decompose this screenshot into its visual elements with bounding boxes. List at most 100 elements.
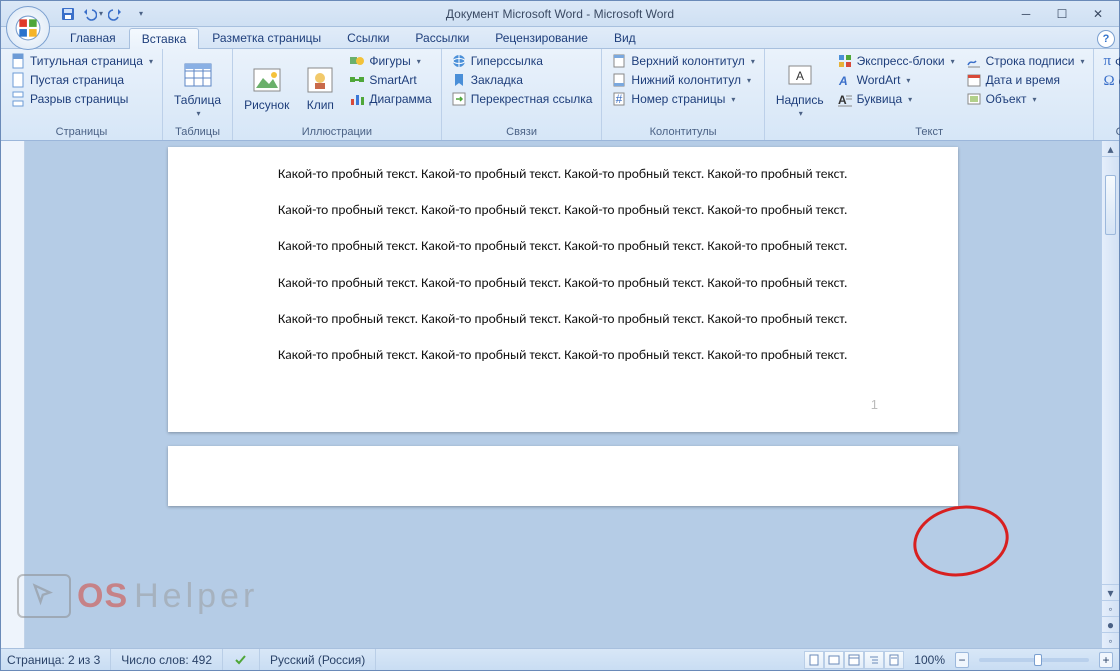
quickparts-label: Экспресс-блоки — [857, 54, 945, 68]
blank-page-button[interactable]: Пустая страница — [6, 71, 157, 89]
page-break-button[interactable]: Разрыв страницы — [6, 90, 157, 108]
paragraph[interactable]: Какой-то пробный текст. Какой-то пробный… — [278, 346, 894, 364]
help-button[interactable]: ? — [1097, 30, 1115, 48]
group-text-label: Текст — [770, 124, 1089, 140]
paragraph[interactable]: Какой-то пробный текст. Какой-то пробный… — [278, 201, 894, 219]
bookmark-label: Закладка — [471, 73, 523, 87]
prev-page-button[interactable]: ◦ — [1102, 600, 1119, 616]
svg-text:A: A — [796, 69, 804, 83]
close-button[interactable]: ✕ — [1081, 5, 1115, 23]
datetime-label: Дата и время — [986, 73, 1060, 87]
status-spellcheck[interactable] — [233, 649, 260, 670]
redo-button[interactable] — [105, 4, 127, 24]
zoom-slider[interactable] — [979, 658, 1089, 662]
scroll-down-button[interactable]: ▾ — [1102, 584, 1119, 600]
header-button[interactable]: Верхний колонтитул▾ — [607, 52, 758, 70]
vertical-ruler[interactable] — [1, 141, 25, 648]
page-break-label: Разрыв страницы — [30, 92, 128, 106]
object-label: Объект — [986, 92, 1027, 106]
cover-page-button[interactable]: Титульная страница▾ — [6, 52, 157, 70]
view-print-layout[interactable] — [804, 651, 824, 669]
crossref-button[interactable]: Перекрестная ссылка — [447, 90, 597, 108]
paragraph[interactable]: Какой-то пробный текст. Какой-то пробный… — [278, 310, 894, 328]
footer-button[interactable]: Нижний колонтитул▾ — [607, 71, 758, 89]
tab-mailings[interactable]: Рассылки — [402, 27, 482, 48]
page-2[interactable] — [168, 446, 958, 506]
group-tables: Таблица▾ Таблицы — [163, 49, 233, 140]
zoom-out-button[interactable]: − — [955, 652, 969, 668]
table-button[interactable]: Таблица▾ — [168, 52, 227, 124]
pagenum-button[interactable]: #Номер страницы▾ — [607, 90, 758, 108]
smartart-label: SmartArt — [369, 73, 416, 87]
group-tables-label: Таблицы — [168, 124, 227, 140]
quick-access-toolbar: ▾ ▾ — [57, 4, 151, 24]
annotation-circle — [908, 498, 1015, 584]
ribbon-tabs: Главная Вставка Разметка страницы Ссылки… — [1, 27, 1119, 49]
tab-references[interactable]: Ссылки — [334, 27, 402, 48]
maximize-button[interactable]: ☐ — [1045, 5, 1079, 23]
tab-home[interactable]: Главная — [57, 27, 129, 48]
tab-pagelayout[interactable]: Разметка страницы — [199, 27, 334, 48]
zoom-slider-handle[interactable] — [1034, 654, 1042, 666]
view-outline[interactable] — [864, 651, 884, 669]
chart-label: Диаграмма — [369, 92, 431, 106]
paragraph[interactable]: Какой-то пробный текст. Какой-то пробный… — [278, 237, 894, 255]
shapes-label: Фигуры — [369, 54, 410, 68]
shapes-button[interactable]: Фигуры▾ — [345, 52, 435, 70]
bookmark-button[interactable]: Закладка — [447, 71, 597, 89]
symbol-button[interactable]: ΩСимвол▾ — [1099, 72, 1120, 91]
titlebar: ▾ ▾ Документ Microsoft Word - Microsoft … — [1, 1, 1119, 27]
qat-customize-button[interactable]: ▾ — [129, 4, 151, 24]
group-text: AНадпись▾ Экспресс-блоки▾ AWordArt▾ AБук… — [765, 49, 1095, 140]
status-words[interactable]: Число слов: 492 — [121, 649, 223, 670]
vertical-scrollbar[interactable]: ▴ ▾ ◦ ● ◦ — [1101, 141, 1119, 648]
hyperlink-button[interactable]: Гиперссылка — [447, 52, 597, 70]
wordart-button[interactable]: AWordArt▾ — [833, 71, 959, 89]
datetime-button[interactable]: Дата и время — [962, 71, 1089, 89]
window-title: Документ Microsoft Word - Microsoft Word — [446, 7, 674, 21]
next-page-button[interactable]: ◦ — [1102, 632, 1119, 648]
tab-insert[interactable]: Вставка — [129, 28, 200, 49]
zoom-in-button[interactable]: + — [1099, 652, 1113, 668]
chart-button[interactable]: Диаграмма — [345, 90, 435, 108]
cover-page-label: Титульная страница — [30, 54, 143, 68]
browse-object-button[interactable]: ● — [1102, 616, 1119, 632]
signature-button[interactable]: Строка подписи▾ — [962, 52, 1089, 70]
document-area[interactable]: Какой-то пробный текст. Какой-то пробный… — [25, 141, 1101, 648]
status-page[interactable]: Страница: 2 из 3 — [7, 649, 111, 670]
undo-button[interactable]: ▾ — [81, 4, 103, 24]
svg-text:A: A — [838, 93, 847, 107]
group-links-label: Связи — [447, 124, 597, 140]
group-illustrations-label: Иллюстрации — [238, 124, 436, 140]
status-language[interactable]: Русский (Россия) — [270, 649, 376, 670]
group-symbols-label: Символы — [1099, 124, 1120, 140]
statusbar: Страница: 2 из 3 Число слов: 492 Русский… — [1, 648, 1119, 670]
equation-button[interactable]: πФормула▾ — [1099, 52, 1120, 71]
paragraph[interactable]: Какой-то пробный текст. Какой-то пробный… — [278, 165, 894, 183]
view-full-screen[interactable] — [824, 651, 844, 669]
minimize-button[interactable]: ─ — [1009, 5, 1043, 23]
view-draft[interactable] — [884, 651, 904, 669]
quickparts-button[interactable]: Экспресс-блоки▾ — [833, 52, 959, 70]
clip-button[interactable]: Клип — [298, 52, 342, 124]
blank-page-label: Пустая страница — [30, 73, 124, 87]
save-button[interactable] — [57, 4, 79, 24]
object-button[interactable]: Объект▾ — [962, 90, 1089, 108]
zoom-level[interactable]: 100% — [914, 653, 945, 667]
page-1[interactable]: Какой-то пробный текст. Какой-то пробный… — [168, 147, 958, 432]
view-web-layout[interactable] — [844, 651, 864, 669]
equation-label: Формула — [1115, 55, 1120, 69]
wordart-label: WordArt — [857, 73, 901, 87]
tab-view[interactable]: Вид — [601, 27, 649, 48]
smartart-button[interactable]: SmartArt — [345, 71, 435, 89]
office-button[interactable] — [6, 6, 50, 50]
dropcap-button[interactable]: AБуквица▾ — [833, 90, 959, 108]
tab-review[interactable]: Рецензирование — [482, 27, 601, 48]
paragraph[interactable]: Какой-то пробный текст. Какой-то пробный… — [278, 274, 894, 292]
picture-label: Рисунок — [244, 98, 289, 112]
scroll-thumb[interactable] — [1105, 175, 1116, 235]
textbox-button[interactable]: AНадпись▾ — [770, 52, 830, 124]
picture-button[interactable]: Рисунок — [238, 52, 295, 124]
scroll-up-button[interactable]: ▴ — [1102, 141, 1119, 157]
group-illustrations: Рисунок Клип Фигуры▾ SmartArt Диаграмма … — [233, 49, 442, 140]
